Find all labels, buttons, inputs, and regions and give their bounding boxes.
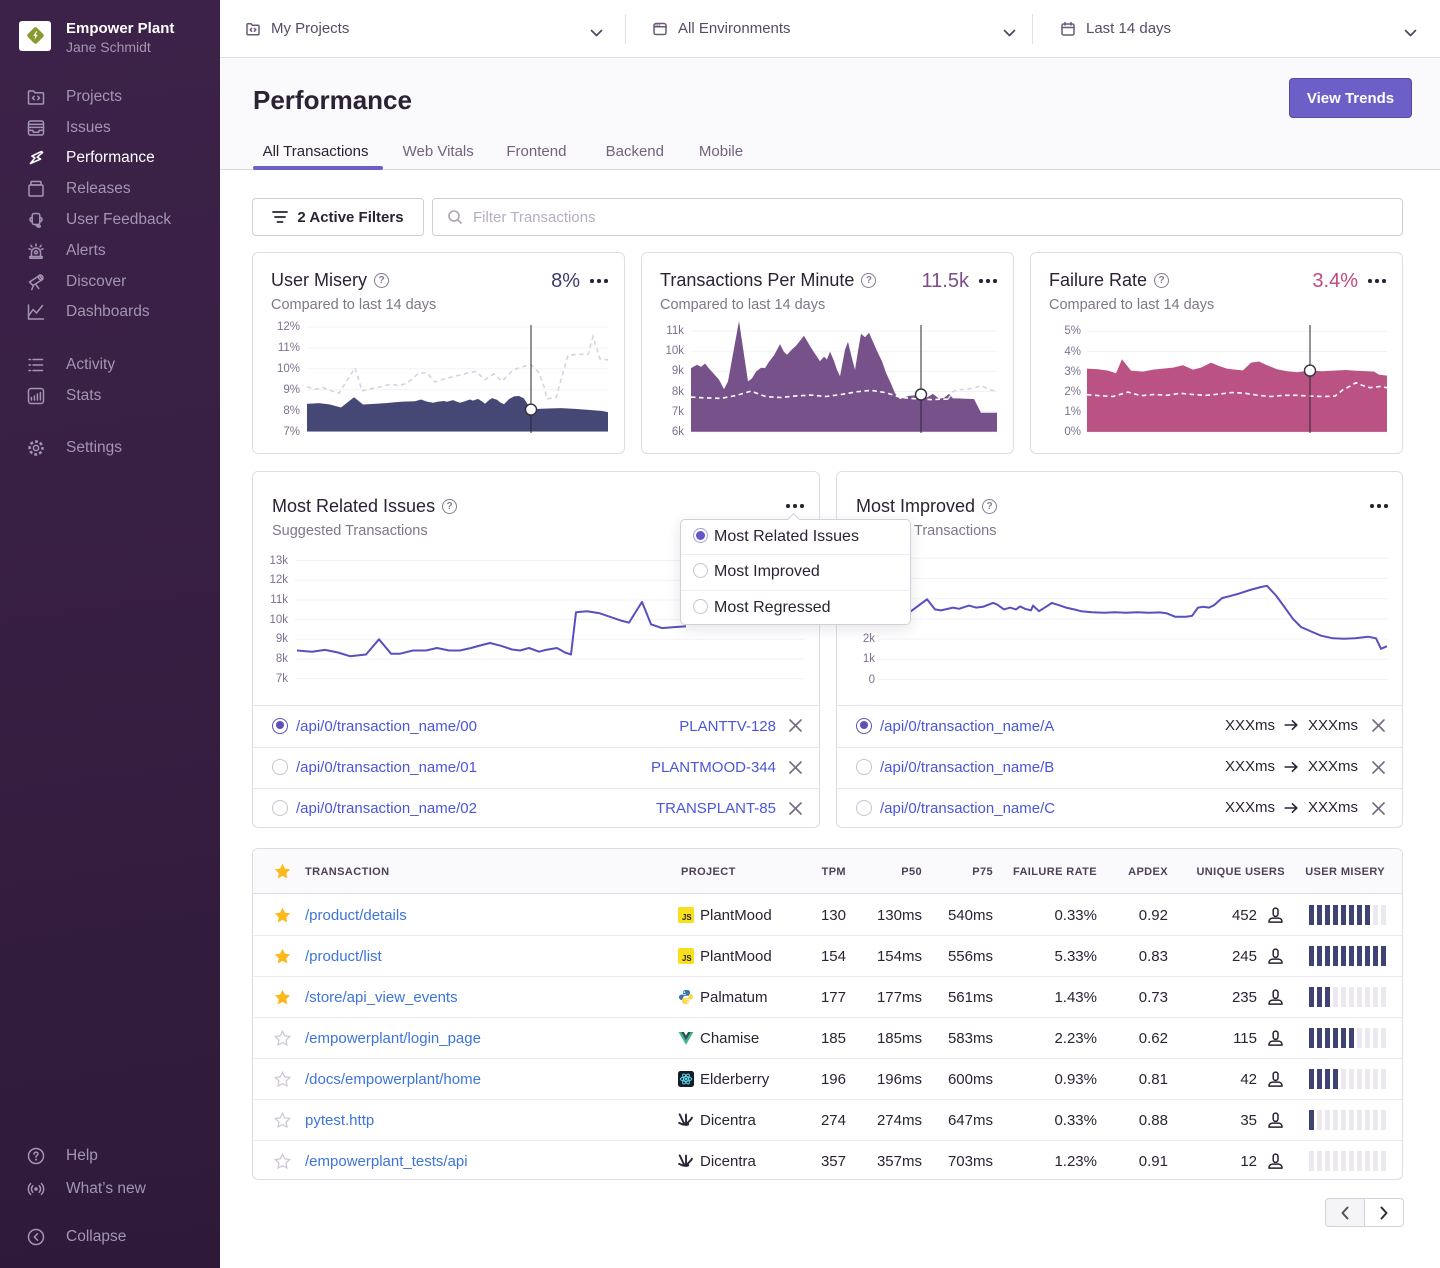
svg-text:JS: JS	[682, 954, 692, 963]
svg-text:JS: JS	[682, 913, 692, 922]
